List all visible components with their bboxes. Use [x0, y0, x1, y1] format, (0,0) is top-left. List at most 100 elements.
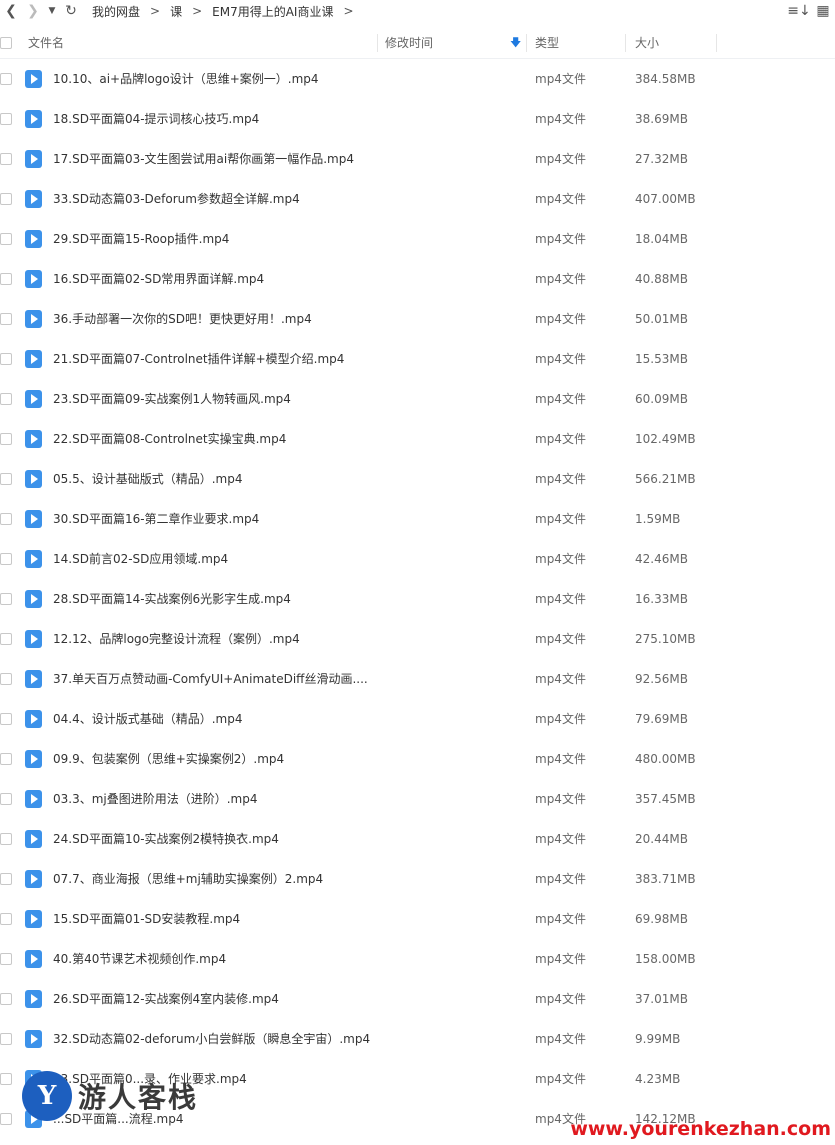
file-name[interactable]: 36.手动部署一次你的SD吧！更快更好用！.mp4	[53, 299, 312, 339]
file-row[interactable]: 33.SD动态篇03-Deforum参数超全详解.mp4 mp4文件 407.00M…	[0, 179, 835, 219]
row-checkbox[interactable]	[0, 193, 12, 205]
column-header-type[interactable]: 类型	[535, 28, 559, 58]
row-checkbox[interactable]	[0, 393, 12, 405]
file-name[interactable]: 18.SD平面篇04-提示词核心技巧.mp4	[53, 99, 259, 139]
file-name[interactable]: 17.SD平面篇03-文生图尝试用ai帮你画第一幅作品.mp4	[53, 139, 354, 179]
file-name[interactable]: 40.第40节课艺术视频创作.mp4	[53, 939, 226, 979]
file-row[interactable]: 16.SD平面篇02-SD常用界面详解.mp4 mp4文件 40.88MB	[0, 259, 835, 299]
file-name[interactable]: 12.12、品牌logo完整设计流程（案例）.mp4	[53, 619, 300, 659]
column-header-modified[interactable]: 修改时间	[385, 28, 433, 58]
file-row[interactable]: 04.4、设计版式基础（精品）.mp4 mp4文件 79.69MB	[0, 699, 835, 739]
file-name[interactable]: 30.SD平面篇16-第二章作业要求.mp4	[53, 499, 259, 539]
file-row[interactable]: 36.手动部署一次你的SD吧！更快更好用！.mp4 mp4文件 50.01MB	[0, 299, 835, 339]
video-file-icon	[25, 110, 42, 128]
row-checkbox[interactable]	[0, 153, 12, 165]
row-checkbox[interactable]	[0, 593, 12, 605]
file-name[interactable]: 33.SD动态篇03-Deforum参数超全详解.mp4	[53, 179, 300, 219]
row-checkbox[interactable]	[0, 993, 12, 1005]
file-name[interactable]: 15.SD平面篇01-SD安装教程.mp4	[53, 899, 240, 939]
row-checkbox[interactable]	[0, 433, 12, 445]
file-row[interactable]: 32.SD动态篇02-deforum小白尝鲜版（瞬息全宇宙）.mp4 mp4文件 9…	[0, 1019, 835, 1059]
row-checkbox[interactable]	[0, 833, 12, 845]
file-row[interactable]: 23.SD平面篇09-实战案例1人物转画风.mp4 mp4文件 60.09MB	[0, 379, 835, 419]
file-row[interactable]: 28.SD平面篇14-实战案例6光影字生成.mp4 mp4文件 16.33MB	[0, 579, 835, 619]
row-checkbox[interactable]	[0, 1113, 12, 1125]
file-row[interactable]: 09.9、包装案例（思维+实操案例2）.mp4 mp4文件 480.00MB	[0, 739, 835, 779]
select-all-checkbox[interactable]	[0, 37, 12, 49]
row-checkbox[interactable]	[0, 73, 12, 85]
column-divider[interactable]	[526, 34, 527, 52]
refresh-button[interactable]: ↻	[60, 0, 82, 22]
file-name[interactable]: 37.单天百万点赞动画-ComfyUI+AnimateDiff丝滑动画....	[53, 659, 368, 699]
row-checkbox[interactable]	[0, 233, 12, 245]
file-name[interactable]: 09.9、包装案例（思维+实操案例2）.mp4	[53, 739, 284, 779]
history-dropdown[interactable]: ▼	[44, 0, 60, 22]
column-divider[interactable]	[625, 34, 626, 52]
file-row[interactable]: 24.SD平面篇10-实战案例2模特换衣.mp4 mp4文件 20.44MB	[0, 819, 835, 859]
breadcrumb-item-root[interactable]: 我的网盘	[90, 3, 142, 20]
file-name[interactable]: 28.SD平面篇14-实战案例6光影字生成.mp4	[53, 579, 291, 619]
video-file-icon	[25, 910, 42, 928]
file-type: mp4文件	[535, 872, 586, 886]
row-checkbox[interactable]	[0, 353, 12, 365]
logo-icon: Y	[22, 1071, 72, 1121]
row-checkbox[interactable]	[0, 753, 12, 765]
file-name[interactable]: 26.SD平面篇12-实战案例4室内装修.mp4	[53, 979, 279, 1019]
file-row[interactable]: 21.SD平面篇07-Controlnet插件详解+模型介绍.mp4 mp4文件 1…	[0, 339, 835, 379]
file-row[interactable]: 05.5、设计基础版式（精品）.mp4 mp4文件 566.21MB	[0, 459, 835, 499]
column-header-size[interactable]: 大小	[635, 28, 659, 58]
file-name[interactable]: 03.3、mj叠图进阶用法（进阶）.mp4	[53, 779, 258, 819]
row-checkbox[interactable]	[0, 273, 12, 285]
row-checkbox[interactable]	[0, 873, 12, 885]
row-checkbox[interactable]	[0, 793, 12, 805]
row-checkbox[interactable]	[0, 673, 12, 685]
row-checkbox[interactable]	[0, 913, 12, 925]
file-row[interactable]: 07.7、商业海报（思维+mj辅助实操案例）2.mp4 mp4文件 383.71MB	[0, 859, 835, 899]
file-row[interactable]: 29.SD平面篇15-Roop插件.mp4 mp4文件 18.04MB	[0, 219, 835, 259]
file-name[interactable]: 10.10、ai+品牌logo设计（思维+案例一）.mp4	[53, 59, 319, 99]
row-checkbox[interactable]	[0, 313, 12, 325]
file-row[interactable]: 14.SD前言02-SD应用领域.mp4 mp4文件 42.46MB	[0, 539, 835, 579]
file-row[interactable]: 10.10、ai+品牌logo设计（思维+案例一）.mp4 mp4文件 384.58…	[0, 59, 835, 99]
file-name[interactable]: 04.4、设计版式基础（精品）.mp4	[53, 699, 242, 739]
file-row[interactable]: 18.SD平面篇04-提示词核心技巧.mp4 mp4文件 38.69MB	[0, 99, 835, 139]
breadcrumb-item-current[interactable]: EM7用得上的AI商业课	[210, 3, 335, 20]
file-row[interactable]: 30.SD平面篇16-第二章作业要求.mp4 mp4文件 1.59MB	[0, 499, 835, 539]
file-row[interactable]: 26.SD平面篇12-实战案例4室内装修.mp4 mp4文件 37.01MB	[0, 979, 835, 1019]
column-divider[interactable]	[377, 34, 378, 52]
forward-button[interactable]: ❯	[22, 0, 44, 22]
file-row[interactable]: 22.SD平面篇08-Controlnet实操宝典.mp4 mp4文件 102.49…	[0, 419, 835, 459]
file-size: 1.59MB	[635, 512, 681, 526]
file-name[interactable]: 14.SD前言02-SD应用领域.mp4	[53, 539, 228, 579]
file-row[interactable]: 17.SD平面篇03-文生图尝试用ai帮你画第一幅作品.mp4 mp4文件 27.3…	[0, 139, 835, 179]
file-name[interactable]: 16.SD平面篇02-SD常用界面详解.mp4	[53, 259, 264, 299]
breadcrumb-item-folder[interactable]: 课	[168, 3, 184, 20]
file-row[interactable]: 15.SD平面篇01-SD安装教程.mp4 mp4文件 69.98MB	[0, 899, 835, 939]
file-name[interactable]: 24.SD平面篇10-实战案例2模特换衣.mp4	[53, 819, 279, 859]
file-name[interactable]: 32.SD动态篇02-deforum小白尝鲜版（瞬息全宇宙）.mp4	[53, 1019, 370, 1059]
row-checkbox[interactable]	[0, 113, 12, 125]
file-name[interactable]: 05.5、设计基础版式（精品）.mp4	[53, 459, 242, 499]
file-row[interactable]: 03.3、mj叠图进阶用法（进阶）.mp4 mp4文件 357.45MB	[0, 779, 835, 819]
row-checkbox[interactable]	[0, 553, 12, 565]
file-name[interactable]: 29.SD平面篇15-Roop插件.mp4	[53, 219, 229, 259]
column-divider[interactable]	[716, 34, 717, 52]
file-row[interactable]: 37.单天百万点赞动画-ComfyUI+AnimateDiff丝滑动画.... m…	[0, 659, 835, 699]
row-checkbox[interactable]	[0, 1073, 12, 1085]
file-name[interactable]: 22.SD平面篇08-Controlnet实操宝典.mp4	[53, 419, 286, 459]
file-name[interactable]: 23.SD平面篇09-实战案例1人物转画风.mp4	[53, 379, 291, 419]
row-checkbox[interactable]	[0, 633, 12, 645]
view-toggle-button[interactable]: ▦	[811, 0, 835, 22]
column-header-name[interactable]: 文件名	[28, 28, 64, 58]
file-name[interactable]: 07.7、商业海报（思维+mj辅助实操案例）2.mp4	[53, 859, 323, 899]
sort-button[interactable]: ≡↓	[787, 0, 811, 22]
back-button[interactable]: ❮	[0, 0, 22, 22]
row-checkbox[interactable]	[0, 713, 12, 725]
file-row[interactable]: 12.12、品牌logo完整设计流程（案例）.mp4 mp4文件 275.10MB	[0, 619, 835, 659]
row-checkbox[interactable]	[0, 953, 12, 965]
file-name[interactable]: 21.SD平面篇07-Controlnet插件详解+模型介绍.mp4	[53, 339, 344, 379]
row-checkbox[interactable]	[0, 1033, 12, 1045]
row-checkbox[interactable]	[0, 473, 12, 485]
file-row[interactable]: 40.第40节课艺术视频创作.mp4 mp4文件 158.00MB	[0, 939, 835, 979]
row-checkbox[interactable]	[0, 513, 12, 525]
